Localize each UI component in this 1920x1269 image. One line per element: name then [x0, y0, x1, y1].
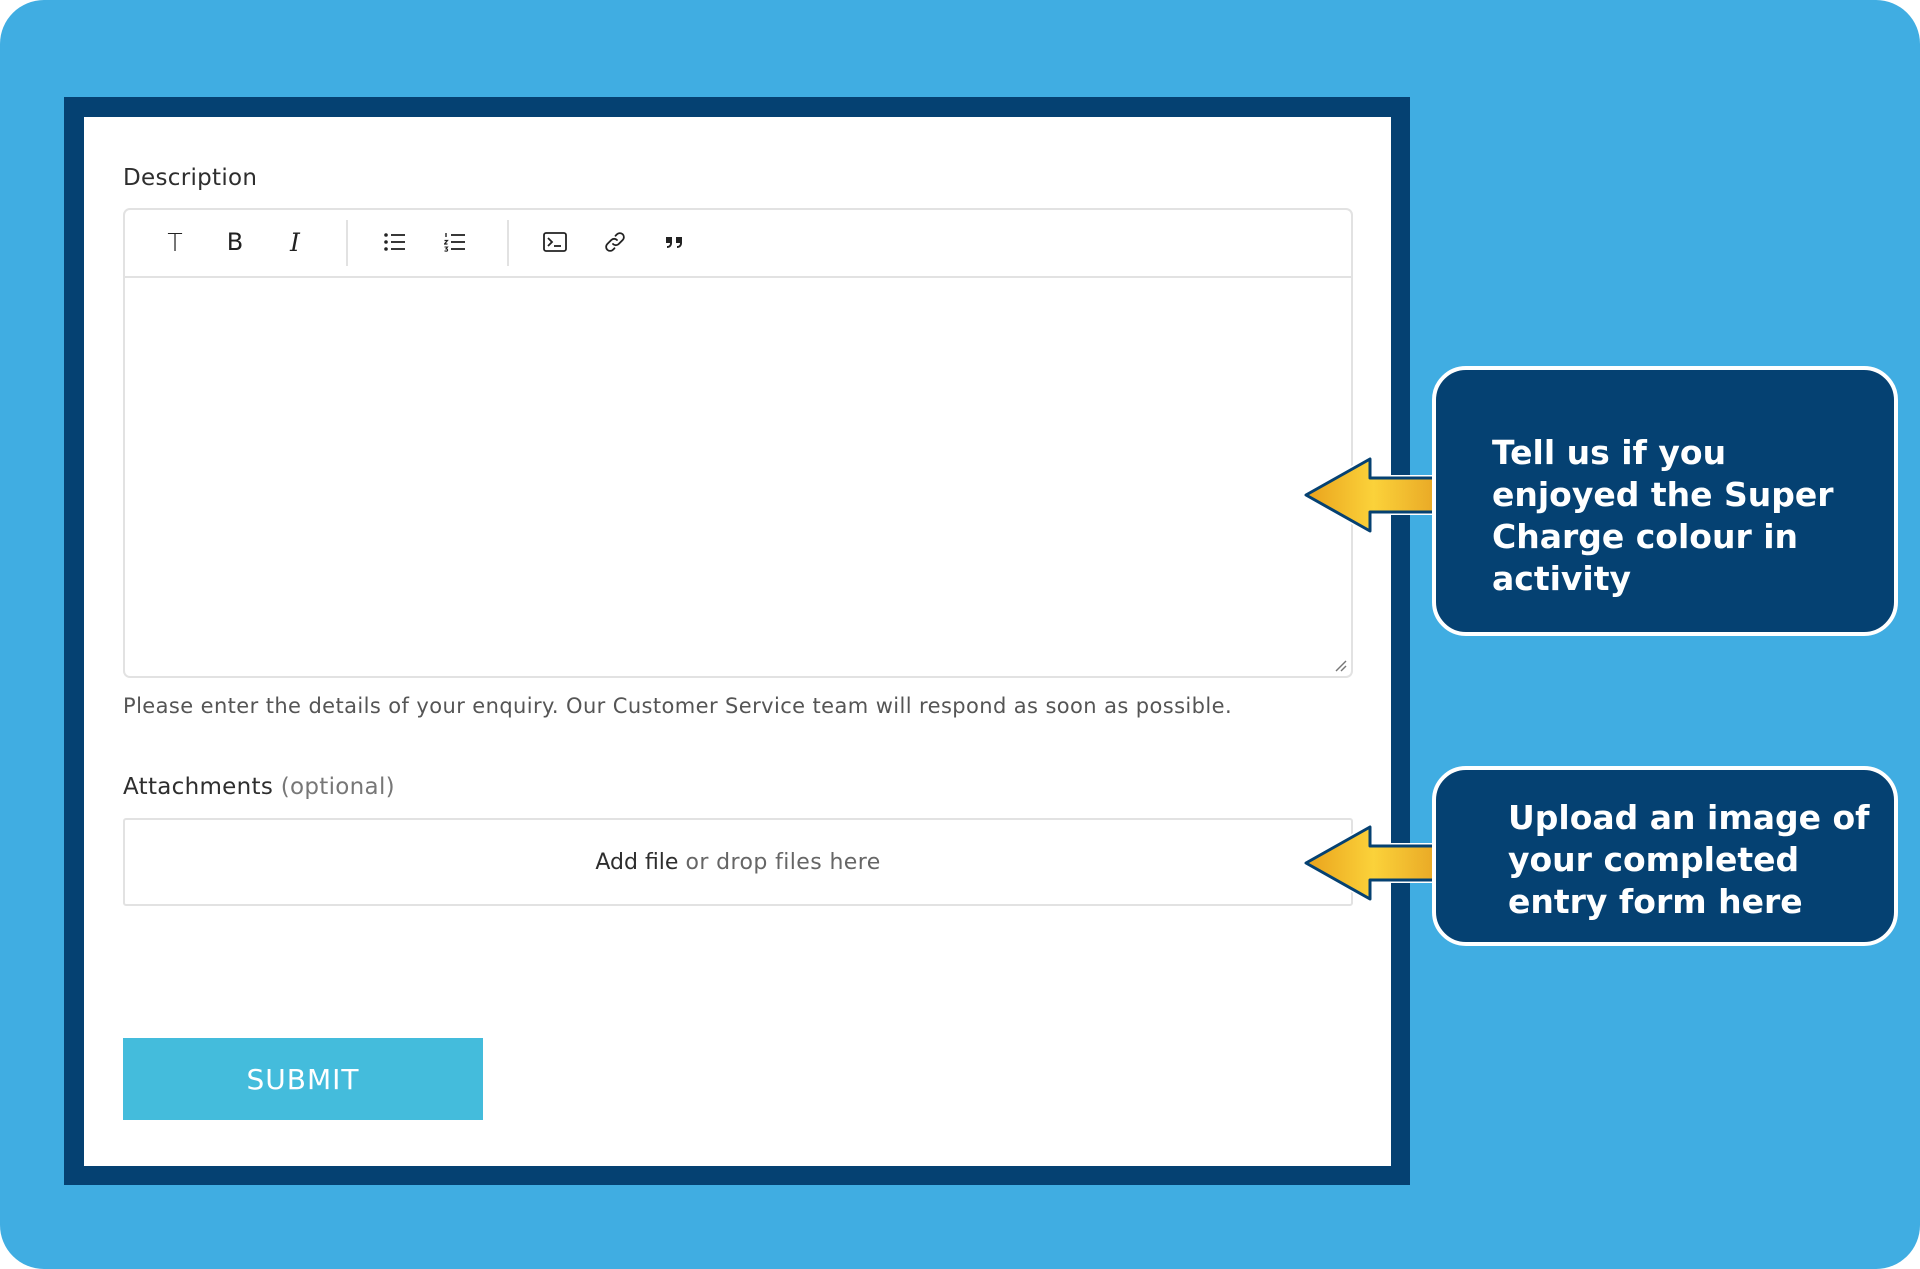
toolbar-separator	[346, 220, 348, 266]
upload-callout-text: Upload an image of your completed entry …	[1508, 798, 1870, 921]
attachments-optional-text: (optional)	[280, 774, 395, 800]
bold-icon: B	[226, 228, 244, 256]
link-button[interactable]	[597, 224, 633, 260]
resize-handle-icon[interactable]	[1333, 658, 1347, 672]
numbered-list-icon	[444, 233, 465, 252]
toolbar-separator	[507, 220, 509, 266]
bullet-list-icon	[384, 233, 405, 251]
attachments-label-text: Attachments	[123, 774, 274, 800]
code-button[interactable]	[537, 224, 573, 260]
canvas-background: Description T B I Please enter the detai…	[0, 0, 1920, 1269]
numbered-list-button[interactable]	[437, 224, 473, 260]
description-help-text: Please enter the details of your enquiry…	[123, 694, 1233, 718]
add-file-link[interactable]: Add file	[595, 850, 678, 875]
drop-files-text: or drop files here	[685, 849, 881, 875]
bold-button[interactable]: B	[217, 224, 253, 260]
description-editor: T B I	[123, 208, 1353, 678]
upload-callout: Upload an image of your completed entry …	[1432, 766, 1898, 946]
bullet-list-button[interactable]	[377, 224, 413, 260]
italic-icon: I	[290, 227, 300, 257]
code-icon	[543, 232, 567, 252]
description-callout-text: Tell us if you enjoyed the Super Charge …	[1492, 433, 1834, 598]
file-dropzone[interactable]: Add file or drop files here	[123, 818, 1353, 906]
quote-icon	[666, 237, 682, 248]
editor-toolbar: T B I	[125, 210, 1351, 278]
description-callout: Tell us if you enjoyed the Super Charge …	[1432, 366, 1898, 636]
link-icon	[605, 232, 625, 252]
italic-button[interactable]: I	[277, 224, 313, 260]
description-textarea[interactable]	[125, 278, 1351, 676]
quote-button[interactable]	[657, 224, 693, 260]
text-icon: T	[167, 227, 183, 257]
text-style-button[interactable]: T	[157, 224, 193, 260]
submit-button[interactable]: SUBMIT	[123, 1038, 483, 1120]
description-label: Description	[123, 165, 258, 191]
attachments-label: Attachments (optional)	[123, 774, 395, 800]
